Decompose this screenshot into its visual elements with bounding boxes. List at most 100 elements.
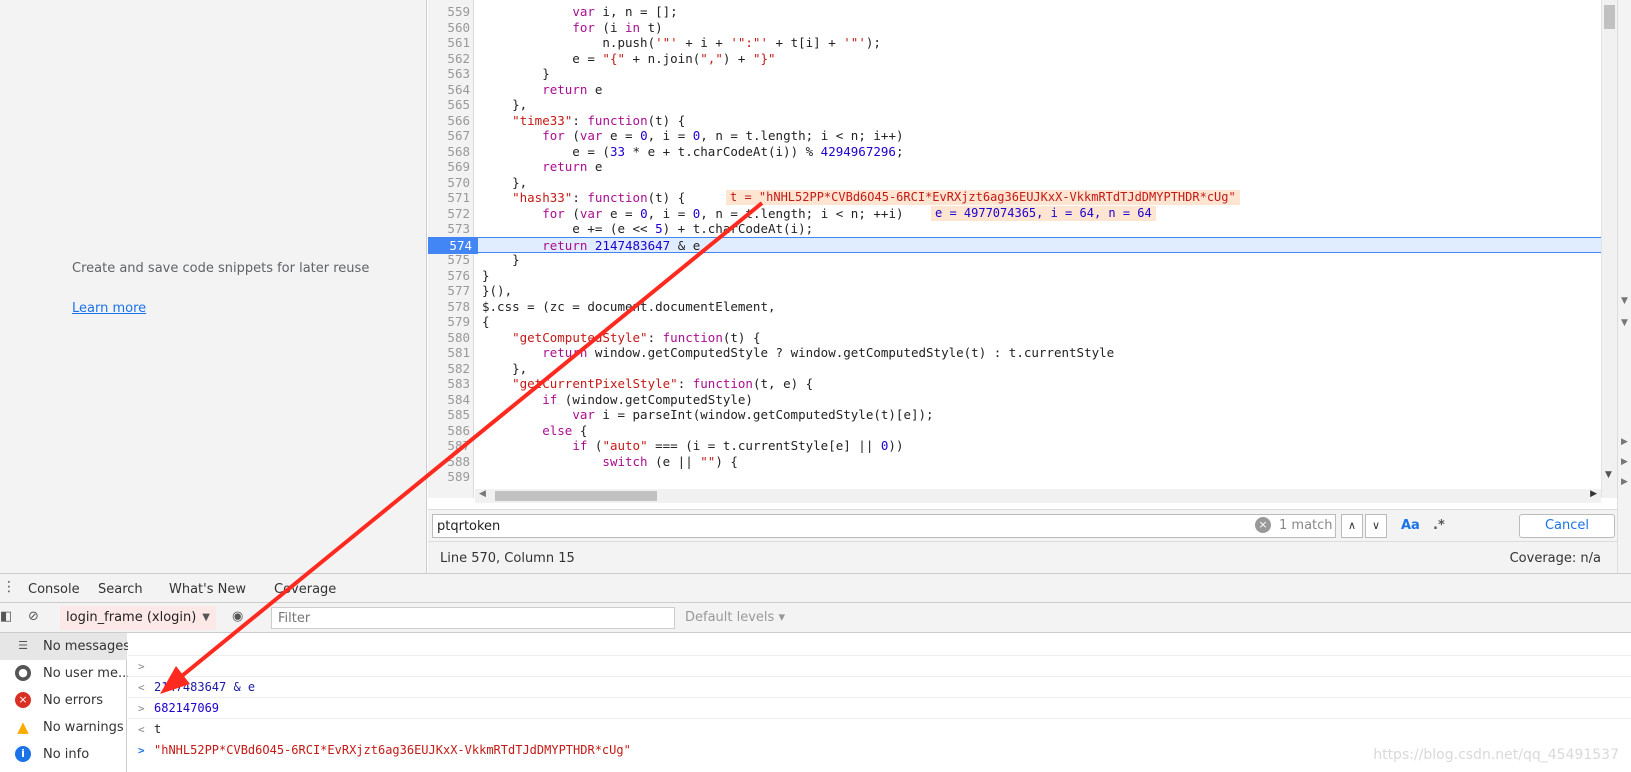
code-line[interactable]: 588 switch (e || "") { [428, 454, 1601, 470]
log-levels-dropdown[interactable]: Default levels ▾ [685, 610, 785, 625]
line-number[interactable]: 588 [428, 454, 470, 470]
code-line[interactable]: 563 } [428, 66, 1601, 82]
code-line[interactable]: 564 return e [428, 82, 1601, 98]
sidebar-item-label: No errors [43, 693, 104, 708]
context-selector[interactable]: login_frame (xlogin) ▼ [60, 606, 216, 630]
code-line[interactable]: 573 e += (e << 5) + t.charCodeAt(i); [428, 221, 1601, 237]
tab-whats-new[interactable]: What's New [169, 582, 246, 597]
code-line[interactable]: 584 if (window.getComputedStyle) [428, 392, 1601, 408]
tab-search[interactable]: Search [98, 582, 143, 597]
code-line[interactable]: 579 { [428, 314, 1601, 330]
code-line[interactable]: 575 } [428, 252, 1601, 268]
code-line[interactable]: 569 return e [428, 159, 1601, 175]
line-number[interactable]: 569 [428, 159, 470, 175]
code-line[interactable]: 581 return window.getComputedStyle ? win… [428, 345, 1601, 361]
tab-coverage[interactable]: Coverage [274, 582, 336, 597]
code-line-paused[interactable]: 574 return 2147483647 & e [428, 236, 1601, 254]
line-number[interactable]: 585 [428, 407, 470, 423]
scroll-right-icon[interactable]: ▶ [1590, 489, 1597, 499]
scroll-left-icon[interactable]: ◀ [479, 489, 486, 499]
editor-vertical-scrollbar[interactable]: ▼ [1601, 0, 1617, 498]
line-number[interactable]: 565 [428, 97, 470, 113]
code-line[interactable]: 566 "time33": function(t) { [428, 113, 1601, 129]
code-line[interactable]: 578 $.css = (zc = document.documentElemen… [428, 299, 1601, 315]
line-number[interactable]: 571 [428, 190, 470, 206]
code-line[interactable]: 586 else { [428, 423, 1601, 439]
code-line[interactable]: 585 var i = parseInt(window.getComputedS… [428, 407, 1601, 423]
code-line[interactable]: 567 for (var e = 0, i = 0, n = t.length;… [428, 128, 1601, 144]
more-options-icon[interactable]: ⋮ [2, 579, 16, 595]
sidebar-item-errors[interactable]: × No errors [0, 687, 127, 714]
chevron-down-icon[interactable]: ▼ [1621, 296, 1628, 306]
cancel-button[interactable]: Cancel [1519, 514, 1615, 538]
line-number[interactable]: 577 [428, 283, 470, 299]
clear-console-icon[interactable]: ⊘ [28, 609, 39, 624]
sidebar-item-info[interactable]: i No info [0, 741, 127, 768]
line-number[interactable]: 570 [428, 175, 470, 191]
scroll-thumb[interactable] [495, 491, 657, 501]
line-number[interactable]: 564 [428, 82, 470, 98]
sidebar-item-messages[interactable]: ☰ No messages [0, 633, 130, 660]
code-line[interactable]: 561 n.push('"' + i + '":"' + t[i] + '"')… [428, 35, 1601, 51]
search-input[interactable] [437, 517, 1257, 535]
scroll-down-icon[interactable]: ▼ [1605, 470, 1612, 480]
code-line[interactable]: 589 [428, 469, 1601, 485]
console-prompt[interactable]: > [128, 719, 1631, 757]
line-number[interactable]: 568 [428, 144, 470, 160]
line-number[interactable]: 578 [428, 299, 470, 315]
code-line[interactable]: 582 }, [428, 361, 1601, 377]
line-number[interactable]: 580 [428, 330, 470, 346]
code-line[interactable]: 565 }, [428, 97, 1601, 113]
line-number[interactable]: 561 [428, 35, 470, 51]
code-line[interactable]: 570 }, [428, 175, 1601, 191]
code-line[interactable]: 559 var i, n = []; [428, 4, 1601, 20]
line-number[interactable]: 583 [428, 376, 470, 392]
scroll-thumb[interactable] [1604, 5, 1615, 29]
chevron-right-icon[interactable]: ▶ [1621, 457, 1628, 467]
tab-console[interactable]: Console [28, 582, 80, 605]
line-number[interactable]: 573 [428, 221, 470, 237]
line-number[interactable]: 566 [428, 113, 470, 129]
match-case-button[interactable]: Aa [1401, 518, 1420, 533]
code-line[interactable]: 580 "getComputedStyle": function(t) { [428, 330, 1601, 346]
line-number[interactable]: 581 [428, 345, 470, 361]
code-line[interactable]: 587 if ("auto" === (i = t.currentStyle[e… [428, 438, 1601, 454]
learn-more-link[interactable]: Learn more [72, 301, 146, 316]
next-match-button[interactable]: ∨ [1365, 514, 1387, 538]
line-number[interactable]: 559 [428, 4, 470, 20]
clear-icon[interactable]: × [1255, 517, 1271, 533]
chevron-right-icon[interactable]: ▶ [1621, 437, 1628, 447]
line-number[interactable]: 563 [428, 66, 470, 82]
code-line[interactable]: 577}(), [428, 283, 1601, 299]
code-line[interactable]: 583 "getCurrentPixelStyle": function(t, … [428, 376, 1601, 392]
line-number[interactable]: 579 [428, 314, 470, 330]
line-number[interactable]: 582 [428, 361, 470, 377]
coverage-status[interactable]: Coverage: n/a [1510, 551, 1601, 566]
editor-horizontal-scrollbar[interactable]: ◀ ▶ [475, 489, 1601, 503]
code-line[interactable]: 560 for (i in t) [428, 20, 1601, 36]
line-number[interactable]: 567 [428, 128, 470, 144]
regex-button[interactable]: .* [1433, 518, 1445, 533]
line-number[interactable]: 560 [428, 20, 470, 36]
line-number[interactable]: 586 [428, 423, 470, 439]
line-number[interactable]: 589 [428, 469, 470, 485]
line-number[interactable]: 587 [428, 438, 470, 454]
line-number[interactable]: 572 [428, 206, 470, 222]
line-number[interactable]: 575 [428, 252, 470, 268]
line-number[interactable]: 584 [428, 392, 470, 408]
code-editor[interactable]: 559 var i, n = []; 560 for (i in t) 561 n.… [428, 0, 1601, 498]
sidebar-item-warnings[interactable]: ▲ No warnings [0, 714, 127, 741]
chevron-right-icon[interactable]: ▶ [1621, 477, 1628, 487]
console-toolbar: ◧ ⊘ login_frame (xlogin) ▼ ◉ Default leve… [0, 603, 1631, 633]
previous-match-button[interactable]: ∧ [1341, 514, 1363, 538]
sidebar-toggle-icon[interactable]: ◧ [0, 609, 12, 624]
filter-input[interactable] [278, 609, 668, 627]
eye-icon[interactable]: ◉ [232, 609, 243, 624]
line-number[interactable]: 562 [428, 51, 470, 67]
code-line[interactable]: 568 e = (33 * e + t.charCodeAt(i)) % 429… [428, 144, 1601, 160]
code-line[interactable]: 562 e = "{" + n.join(",") + "}" [428, 51, 1601, 67]
sidebar-item-user-messages[interactable]: ● No user me... [0, 660, 130, 687]
code-line[interactable]: 576} [428, 268, 1601, 284]
chevron-down-icon[interactable]: ▼ [1621, 318, 1628, 328]
line-number[interactable]: 576 [428, 268, 470, 284]
